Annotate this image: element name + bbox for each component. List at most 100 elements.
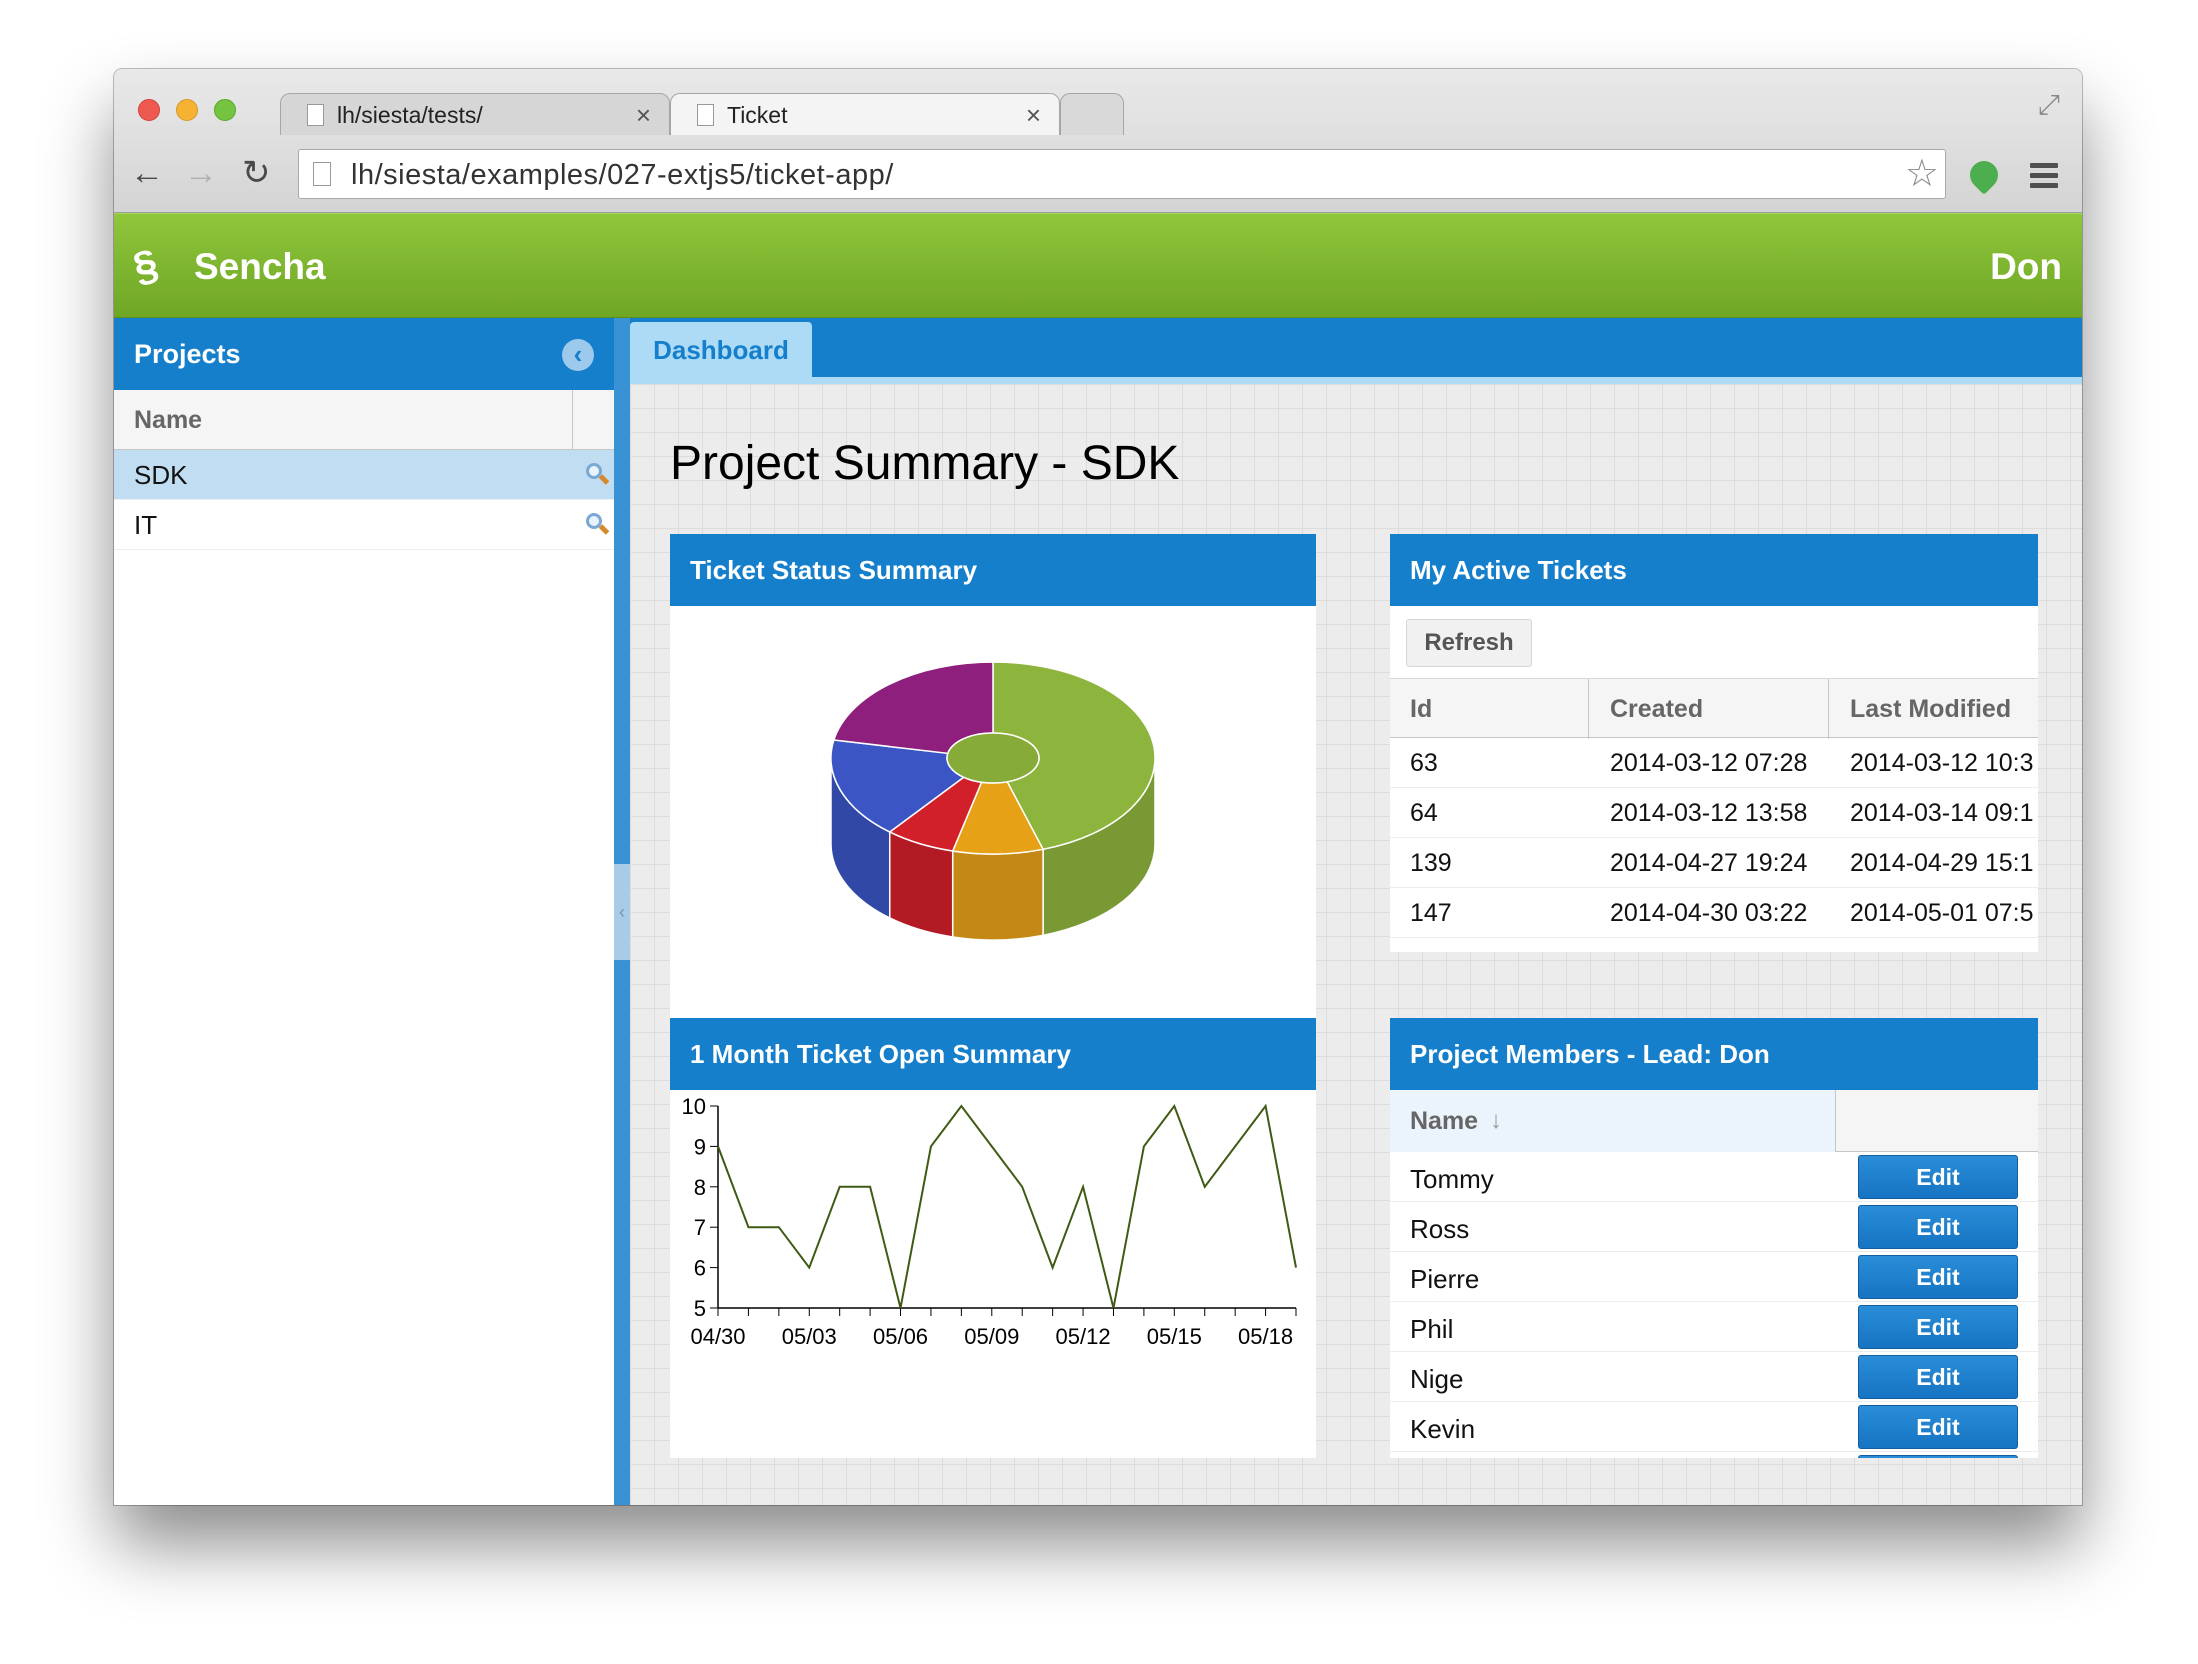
current-user[interactable]: Don	[1990, 214, 2062, 319]
page-title: Project Summary - SDK	[670, 437, 1180, 490]
menu-icon[interactable]	[2030, 163, 2058, 193]
projects-panel: Projects ‹ Name SDK IT	[114, 318, 614, 1505]
month-summary-panel: 1 Month Ticket Open Summary 5 6 7 8 9 10 04/30…	[670, 1018, 1316, 1458]
forward-button[interactable]: →	[184, 153, 218, 193]
month-open-line-chart: 5 6 7 8 9 10 04/30 05/03 05/06 05/09 05/12 05/15 05/…	[682, 1094, 1297, 1349]
browser-chrome: lh/siesta/tests/ × Ticket × ⤢ ← → ↻ lh/s…	[114, 69, 2082, 213]
column-divider	[1588, 679, 1589, 739]
refresh-button[interactable]: Refresh	[1406, 619, 1532, 667]
panel-title: Project Members - Lead: Don	[1390, 1018, 2038, 1090]
ticket-created: 2014-05-08 01:25	[1610, 938, 1807, 952]
project-name: SDK	[134, 460, 188, 490]
y-tick-label: 7	[694, 1215, 706, 1240]
y-tick-label: 5	[694, 1296, 706, 1321]
tickets-grid-header: Id Created Last Modified	[1390, 678, 2038, 739]
edit-member-button[interactable]	[1858, 1455, 2018, 1458]
fullscreen-icon[interactable]: ⤢	[2038, 89, 2060, 122]
address-bar[interactable]: lh/siesta/examples/027-extjs5/ticket-app…	[298, 149, 1946, 199]
x-tick-label: 05/18	[1238, 1324, 1293, 1349]
y-tick-label: 8	[694, 1175, 706, 1200]
member-row[interactable]: Tommy Edit	[1390, 1152, 2038, 1202]
member-row[interactable]: Nige Edit	[1390, 1352, 2038, 1402]
extension-icon[interactable]	[1964, 155, 2004, 195]
edit-member-button[interactable]: Edit	[1858, 1355, 2018, 1399]
project-members-panel: Project Members - Lead: Don Name ↓ Tommy…	[1390, 1018, 2038, 1458]
x-tick-label: 05/03	[782, 1324, 837, 1349]
x-tick-label: 05/09	[964, 1324, 1019, 1349]
panel-splitter[interactable]: ‹	[614, 318, 630, 1505]
ticket-status-panel: Ticket Status Summary	[670, 534, 1316, 1018]
browser-tab-tests[interactable]: lh/siesta/tests/ ×	[280, 93, 670, 135]
member-row[interactable]: Phil Edit	[1390, 1302, 2038, 1352]
url-text[interactable]: lh/siesta/examples/027-extjs5/ticket-app…	[351, 150, 894, 200]
y-tick-label: 6	[694, 1256, 706, 1281]
member-row[interactable]: Kevin Edit	[1390, 1402, 2038, 1452]
ticket-modified: 2014-03-12 10:3	[1850, 749, 2034, 777]
project-row-it[interactable]: IT	[114, 500, 614, 550]
column-divider	[1828, 679, 1829, 739]
new-tab-button[interactable]	[1060, 93, 1124, 135]
bookmark-star-icon[interactable]: ☆	[1905, 152, 1939, 196]
x-tick-label: 05/12	[1056, 1324, 1111, 1349]
project-row-sdk[interactable]: SDK	[114, 450, 614, 500]
close-window-button[interactable]	[138, 99, 160, 121]
panel-title: My Active Tickets	[1390, 534, 2038, 606]
app-title: Sencha	[194, 246, 326, 287]
tab-dashboard[interactable]: Dashboard	[630, 322, 812, 378]
projects-panel-header: Projects ‹	[114, 318, 614, 390]
sencha-logo-icon: §	[128, 239, 163, 292]
projects-grid-header: Name	[114, 390, 614, 450]
series-line	[717, 1103, 1297, 1309]
sort-descending-icon: ↓	[1490, 1107, 1502, 1134]
dashboard-body: Project Summary - SDK Ticket Status Summ…	[630, 384, 2082, 1505]
y-tick-label: 9	[694, 1134, 706, 1159]
edit-member-button[interactable]: Edit	[1858, 1305, 2018, 1349]
projects-title: Projects	[134, 339, 241, 369]
column-header-label: Name	[1410, 1107, 1479, 1135]
column-header-name[interactable]: Name ↓	[1390, 1090, 1836, 1152]
project-name: IT	[134, 510, 158, 540]
column-header-last-modified[interactable]: Last Modified	[1850, 679, 2011, 739]
member-name: Nige	[1410, 1364, 1464, 1394]
ticket-row[interactable]: 63 2014-03-12 07:28 2014-03-12 10:3	[1390, 738, 2038, 788]
ticket-status-pie-chart	[830, 661, 1156, 941]
x-tick-label: 05/15	[1147, 1324, 1202, 1349]
ticket-row[interactable]: 64 2014-03-12 13:58 2014-03-14 09:1	[1390, 788, 2038, 838]
member-row[interactable]: Ross Edit	[1390, 1202, 2038, 1252]
column-header-id[interactable]: Id	[1410, 679, 1432, 739]
member-row[interactable]: Pierre Edit	[1390, 1252, 2038, 1302]
tab-label: Ticket	[727, 102, 788, 128]
search-icon[interactable]	[584, 461, 610, 487]
edit-member-button[interactable]: Edit	[1858, 1255, 2018, 1299]
ticket-id: 64	[1410, 799, 1438, 827]
search-icon[interactable]	[584, 511, 610, 537]
collapse-panel-button[interactable]: ‹	[562, 339, 594, 371]
ticket-id: 177	[1410, 938, 1452, 952]
pie-slice-side	[951, 848, 1044, 941]
column-header-name[interactable]: Name	[134, 390, 202, 450]
ticket-row[interactable]: 147 2014-04-30 03:22 2014-05-01 07:5	[1390, 888, 2038, 938]
ticket-id: 63	[1410, 749, 1438, 777]
browser-tab-ticket[interactable]: Ticket ×	[670, 93, 1060, 135]
page-icon	[307, 104, 324, 126]
ticket-created: 2014-04-27 19:24	[1610, 849, 1808, 877]
member-row[interactable]	[1390, 1452, 2038, 1458]
column-header-created[interactable]: Created	[1610, 679, 1703, 739]
close-tab-icon[interactable]: ×	[636, 94, 651, 136]
minimize-window-button[interactable]	[176, 99, 198, 121]
column-divider	[572, 390, 573, 450]
edit-member-button[interactable]: Edit	[1858, 1205, 2018, 1249]
app-header: § Sencha Don	[114, 213, 2082, 318]
reload-button[interactable]: ↻	[242, 153, 271, 193]
ticket-row[interactable]: 177 2014-05-08 01:25 2014-05-12 21:2	[1390, 938, 2038, 952]
edit-member-button[interactable]: Edit	[1858, 1405, 2018, 1449]
zoom-window-button[interactable]	[214, 99, 236, 121]
ticket-modified: 2014-03-14 09:1	[1850, 799, 2034, 827]
close-tab-icon[interactable]: ×	[1026, 94, 1041, 136]
ticket-row[interactable]: 139 2014-04-27 19:24 2014-04-29 15:1	[1390, 838, 2038, 888]
x-tick-label: 05/06	[873, 1324, 928, 1349]
back-button[interactable]: ←	[130, 153, 164, 193]
edit-member-button[interactable]: Edit	[1858, 1155, 2018, 1199]
dashboard-tabbar: Dashboard	[630, 318, 2082, 384]
splitter-collapse-handle[interactable]: ‹	[614, 864, 630, 960]
